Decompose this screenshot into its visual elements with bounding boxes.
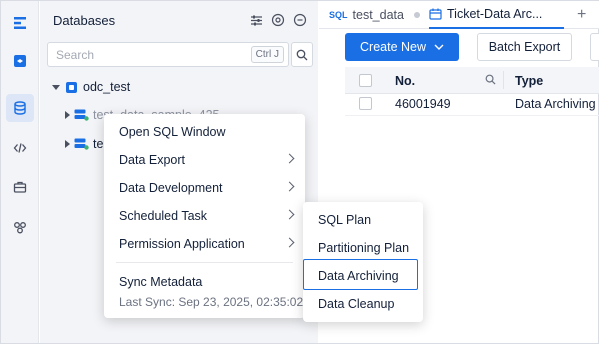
table-header: No. Type [345, 67, 599, 94]
chevron-right-icon [284, 153, 295, 164]
submenu-item-sql-plan[interactable]: SQL Plan [303, 206, 423, 234]
unsaved-dot-icon [413, 12, 420, 18]
calendar-icon [429, 8, 442, 20]
create-new-button[interactable]: Create New [345, 33, 459, 61]
tree-node-root[interactable]: odc_test [52, 77, 130, 97]
database-node-icon [66, 81, 77, 93]
shortcut-badge: Ctrl J [250, 46, 284, 63]
menu-divider [116, 262, 293, 263]
database-icon[interactable] [6, 94, 34, 122]
tree-node-label: odc_test [83, 80, 131, 94]
tab-bar: SQL test_data Ticket-Data Arc... + [319, 1, 599, 29]
refresh-settings-icon[interactable] [270, 12, 286, 28]
app-window: Databases Search Ctrl J odc_test test_da… [0, 0, 599, 344]
column-divider [503, 71, 504, 89]
search-button[interactable] [291, 42, 313, 67]
submenu-item-data-cleanup[interactable]: Data Cleanup [303, 290, 423, 318]
code-icon[interactable] [6, 134, 34, 162]
search-input[interactable]: Search Ctrl J [47, 42, 289, 67]
add-tab-icon[interactable]: + [577, 6, 586, 24]
menu-item-open-sql-window[interactable]: Open SQL Window [104, 118, 305, 146]
panel-title: Databases [53, 13, 116, 28]
row-checkbox[interactable] [359, 97, 372, 110]
table-row[interactable]: 46001949 Data Archiving [345, 94, 599, 116]
nav-rail [1, 1, 39, 343]
batch-export-button[interactable]: Batch Export [477, 33, 572, 61]
tree-node-label: te [93, 137, 104, 151]
table-stack-icon [74, 109, 89, 121]
chevron-right-icon [284, 237, 295, 248]
chevron-down-icon [434, 44, 444, 50]
create-new-label: Create New [360, 40, 426, 54]
chevron-right-icon [284, 181, 295, 192]
search-icon [296, 49, 308, 60]
table-stack-icon [74, 138, 89, 150]
sql-tag: SQL [329, 10, 348, 20]
tab-label: Ticket-Data Arc... [447, 7, 543, 21]
cell-type: Data Archiving [515, 97, 596, 111]
selection-highlight [303, 259, 418, 290]
workspace-icon[interactable] [6, 47, 34, 75]
context-menu: Open SQL Window Data Export Data Develop… [104, 114, 305, 318]
tab-ticket[interactable]: Ticket-Data Arc... [429, 1, 564, 29]
last-sync-text: Last Sync: Sep 23, 2025, 02:35:02 [119, 295, 304, 309]
tab-sql[interactable]: SQL test_data [329, 1, 420, 29]
filter-settings-icon[interactable] [248, 12, 264, 28]
tree-node-child[interactable]: te [65, 134, 103, 154]
collapse-icon[interactable] [292, 12, 308, 28]
select-all-checkbox[interactable] [359, 74, 372, 87]
col-header-no: No. [395, 74, 416, 88]
menu-item-data-export[interactable]: Data Export [104, 146, 305, 174]
more-button[interactable] [590, 33, 599, 61]
menu-item-scheduled-task[interactable]: Scheduled Task [104, 202, 305, 230]
expand-arrow-icon[interactable] [52, 84, 60, 90]
integration-icon[interactable] [6, 213, 34, 241]
briefcase-icon[interactable] [6, 173, 34, 201]
tab-label: test_data [352, 8, 404, 22]
menu-item-data-development[interactable]: Data Development [104, 174, 305, 202]
logo-icon [6, 9, 34, 37]
col-header-type: Type [515, 74, 544, 88]
submenu-item-partitioning-plan[interactable]: Partitioning Plan [303, 234, 423, 262]
expand-arrow-icon[interactable] [65, 140, 70, 148]
column-search-icon [485, 74, 496, 85]
expand-arrow-icon[interactable] [65, 111, 70, 119]
chevron-right-icon [284, 209, 295, 220]
menu-item-permission-application[interactable]: Permission Application [104, 230, 305, 258]
search-placeholder: Search [56, 48, 95, 62]
cell-no: 46001949 [395, 97, 451, 111]
